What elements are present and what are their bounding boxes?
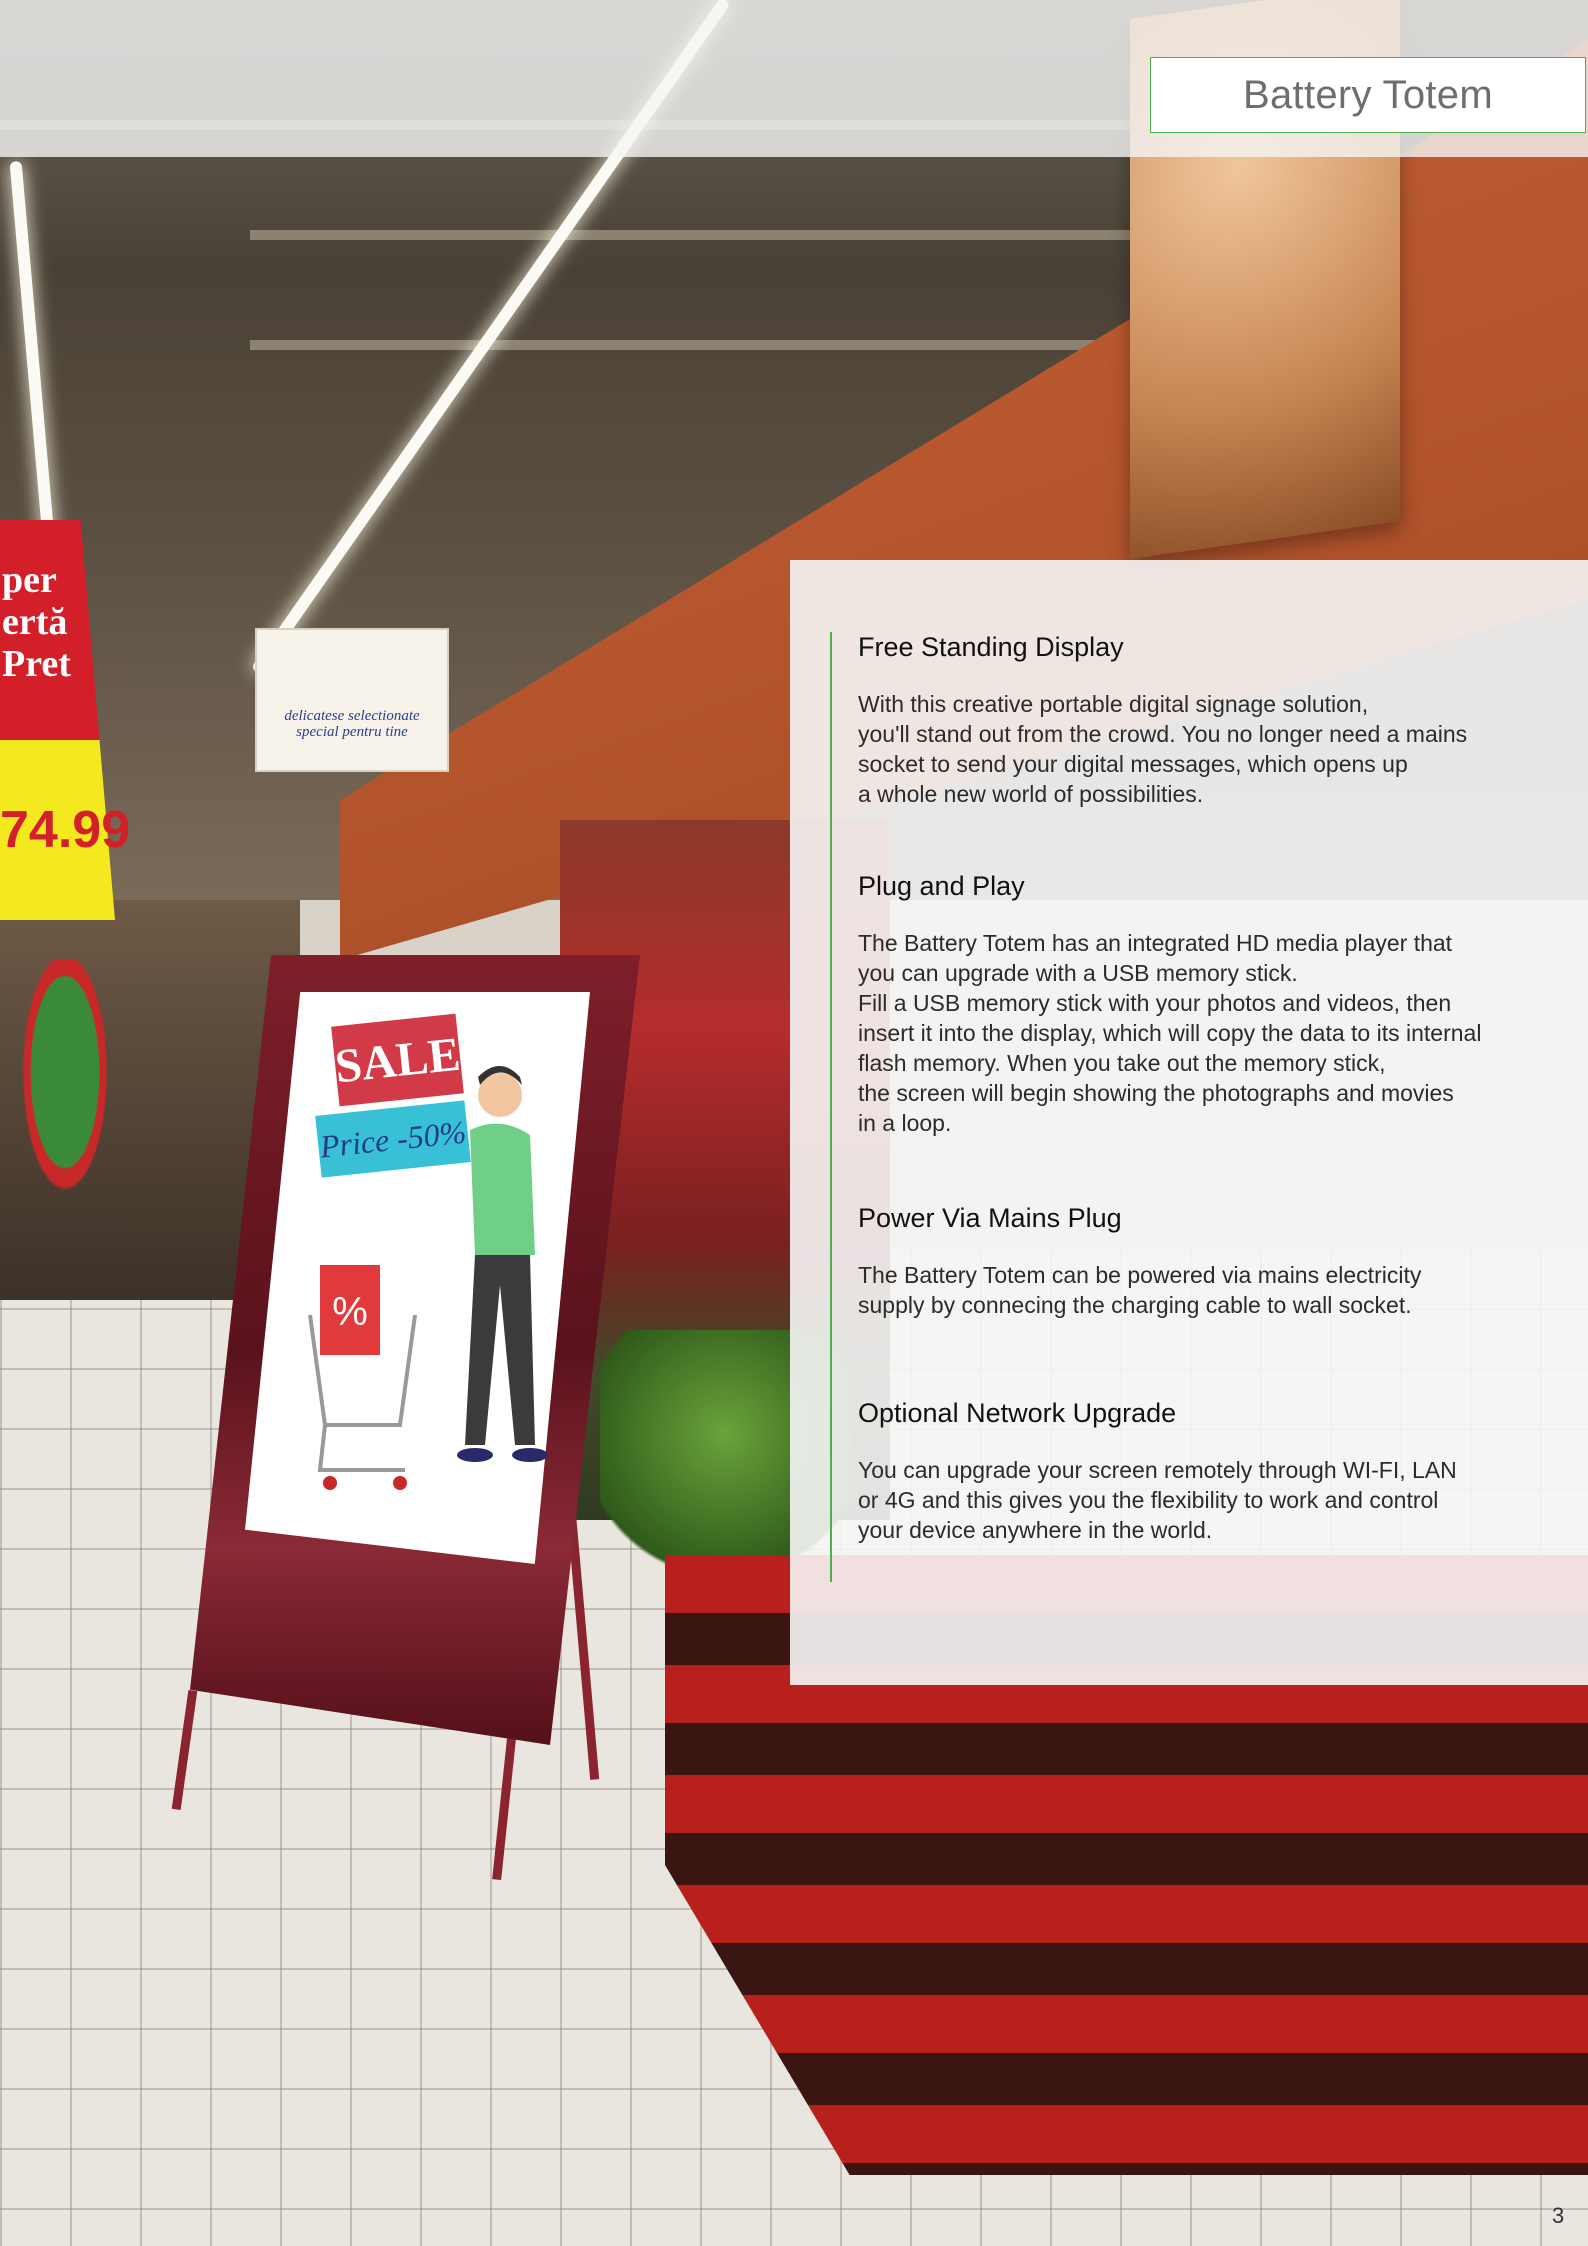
section-heading: Power Via Mains Plug — [858, 1203, 1122, 1233]
svg-text:%: % — [332, 1290, 368, 1334]
section-free-standing-display: Free Standing Display With this creative… — [858, 632, 1578, 809]
page-number: 3 — [1552, 2203, 1565, 2228]
section-heading: Free Standing Display — [858, 632, 1124, 662]
section-body: The Battery Totem has an integrated HD m… — [858, 930, 1482, 1136]
hanging-sign-text: delicatese selectionate special pentru t… — [284, 708, 420, 740]
accent-divider — [830, 632, 832, 1582]
shopper-illustration-icon — [457, 1066, 548, 1462]
section-body: With this creative portable digital sign… — [858, 691, 1468, 807]
title-box: Battery Totem — [1150, 57, 1586, 133]
section-body: The Battery Totem can be powered via mai… — [858, 1262, 1422, 1318]
hanging-sign: delicatese selectionate special pentru t… — [255, 628, 449, 772]
promo-banner-text: per ertă Pret — [2, 559, 71, 685]
section-heading: Plug and Play — [858, 871, 1025, 901]
section-body: You can upgrade your screen remotely thr… — [858, 1457, 1457, 1543]
shopper-in-dress — [5, 960, 125, 1240]
promo-banner-price: 74.99 — [0, 801, 131, 859]
section-optional-network-upgrade: Optional Network Upgrade You can upgrade… — [858, 1398, 1578, 1545]
ceiling-beam — [250, 230, 1150, 240]
section-heading: Optional Network Upgrade — [858, 1398, 1177, 1428]
ceiling-beam — [250, 340, 1100, 350]
shopping-cart-icon: % — [308, 1265, 417, 1490]
section-plug-and-play: Plug and Play The Battery Totem has an i… — [858, 871, 1578, 1138]
page-title: Battery Totem — [1243, 72, 1493, 117]
section-power-via-mains-plug: Power Via Mains Plug The Battery Totem c… — [858, 1203, 1578, 1320]
